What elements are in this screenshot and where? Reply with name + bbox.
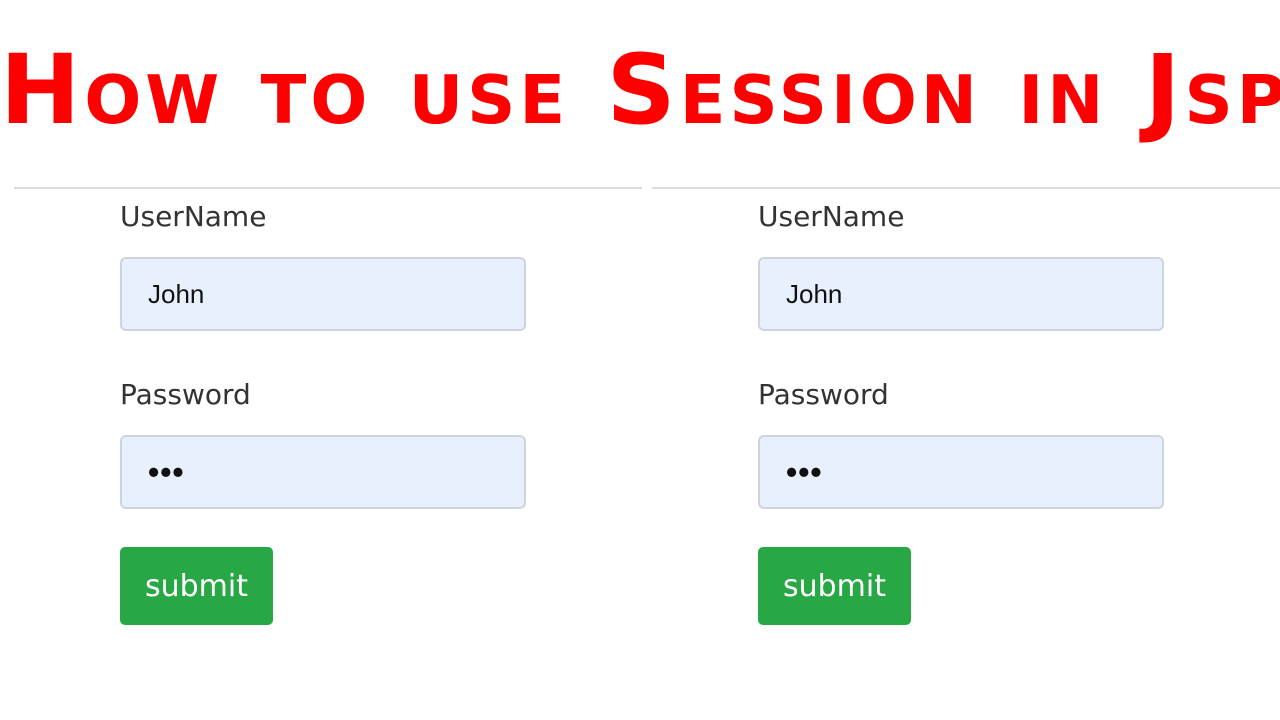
password-field[interactable]: ••• <box>120 435 526 509</box>
password-label: Password <box>120 378 251 411</box>
password-field[interactable]: ••• <box>758 435 1164 509</box>
username-label: UserName <box>120 200 267 233</box>
login-form-right: UserName John Password ••• submit <box>638 189 1278 669</box>
submit-button[interactable]: submit <box>758 547 911 625</box>
password-label: Password <box>758 378 889 411</box>
username-field[interactable]: John <box>120 257 526 331</box>
submit-button[interactable]: submit <box>120 547 273 625</box>
username-field[interactable]: John <box>758 257 1164 331</box>
login-form-left: UserName John Password ••• submit <box>0 189 640 669</box>
username-label: UserName <box>758 200 905 233</box>
page-title: How to use Session in Jsp <box>0 34 1280 146</box>
